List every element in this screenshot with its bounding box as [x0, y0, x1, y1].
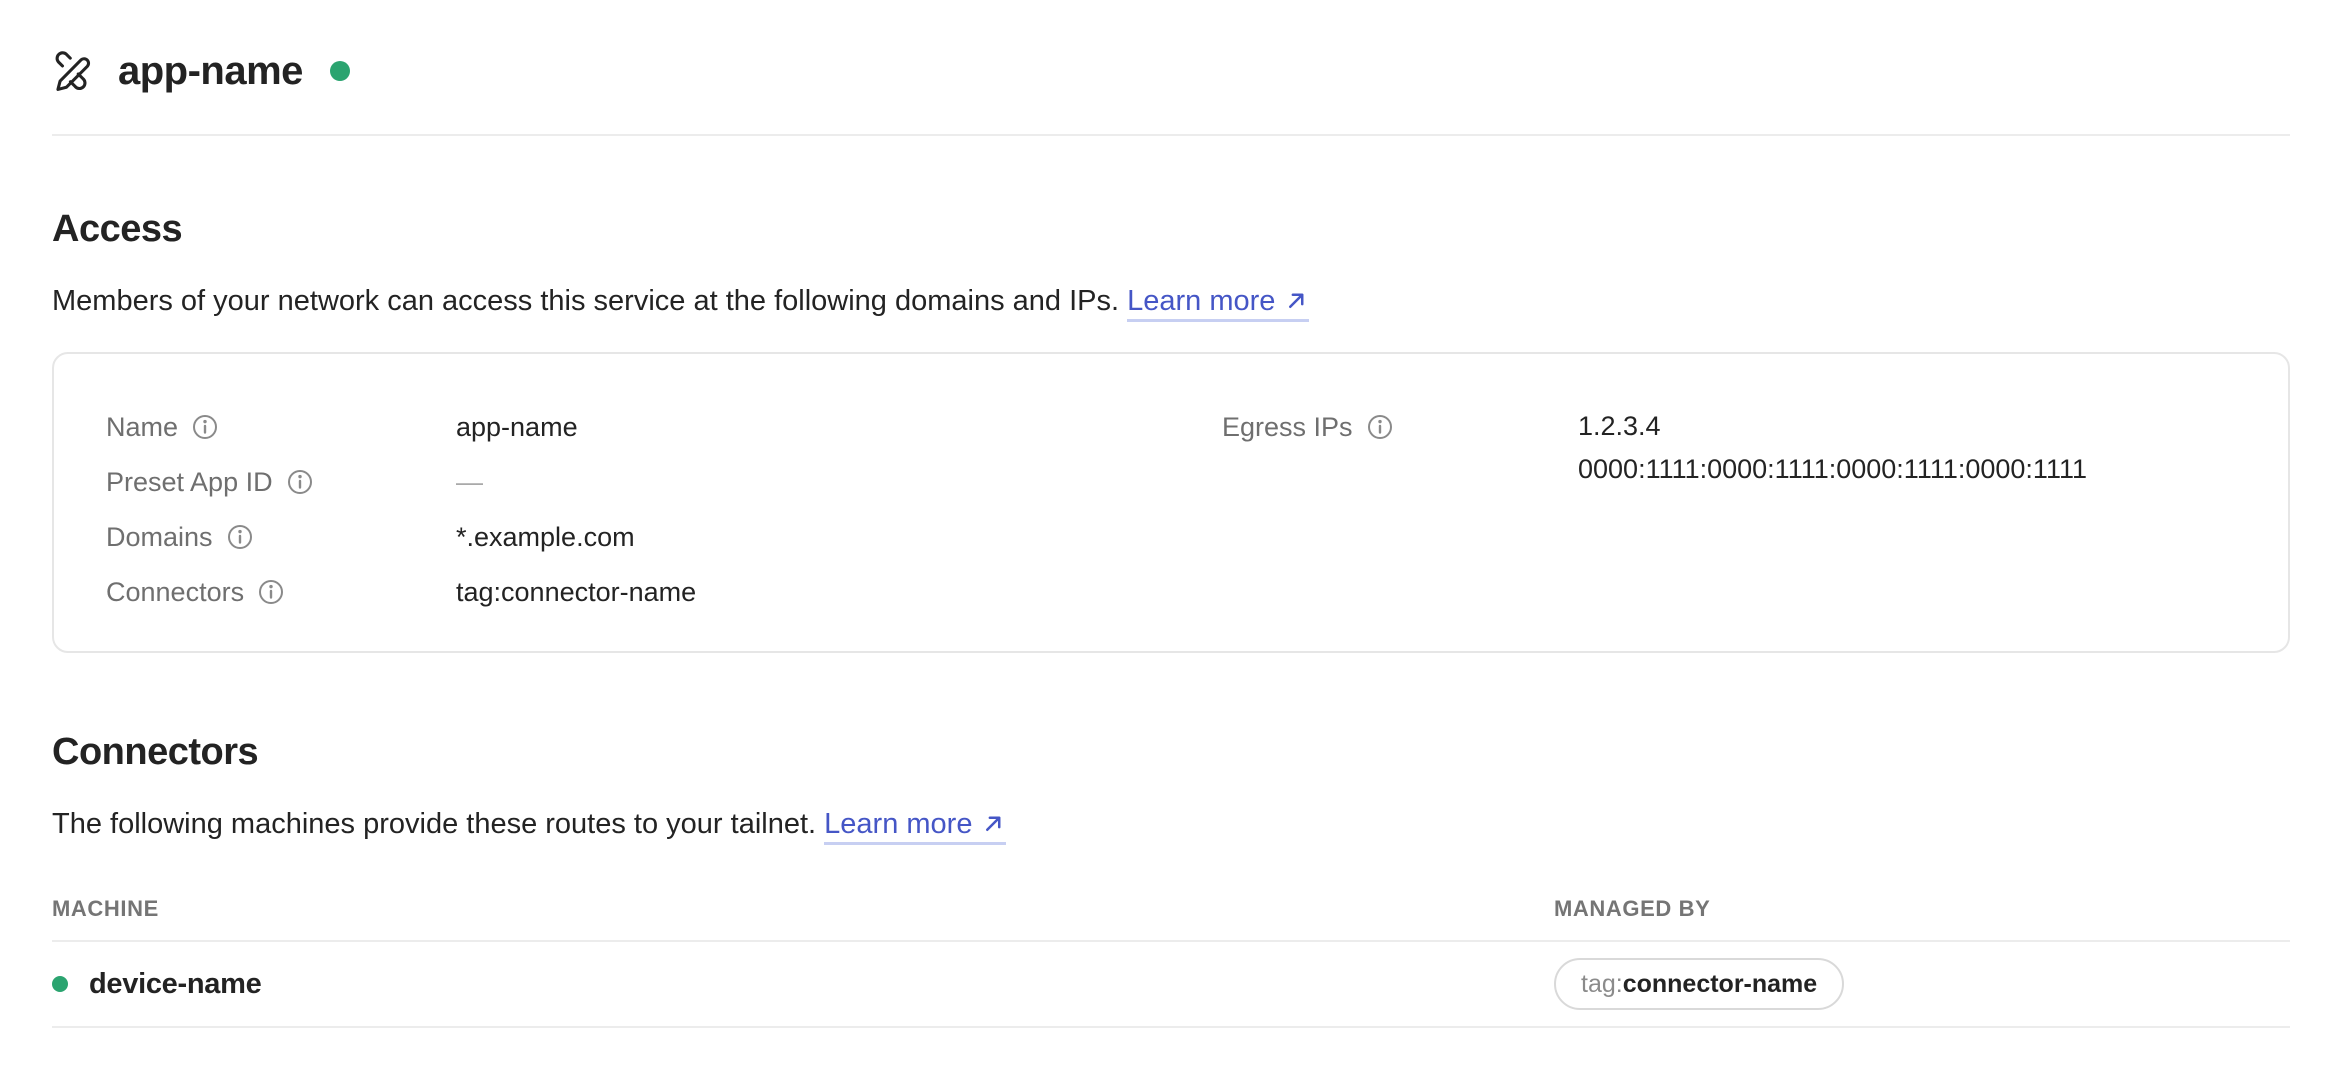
- tag-prefix: tag:: [1581, 969, 1623, 999]
- field-label-domains: Domains: [106, 520, 456, 554]
- page-root: app-name Access Members of your network …: [0, 0, 2332, 1028]
- egress-ipv4: 1.2.3.4: [1578, 405, 2236, 448]
- external-link-arrow-icon: [1284, 288, 1309, 313]
- field-value-domains: *.example.com: [456, 520, 1222, 554]
- table-row: device-name tag:connector-name: [52, 942, 2290, 1028]
- section-connectors: Connectors The following machines provid…: [52, 731, 2290, 1028]
- field-label-preset-app-id: Preset App ID: [106, 465, 456, 499]
- info-icon[interactable]: [191, 413, 219, 441]
- field-label-text: Domains: [106, 520, 213, 554]
- connectors-description: The following machines provide these rou…: [52, 806, 2290, 842]
- field-value-preset-app-id: —: [456, 465, 1222, 499]
- column-header-machine: Machine: [52, 896, 1554, 922]
- learn-more-label: Learn more: [1127, 285, 1275, 317]
- machine-status-dot: [52, 976, 68, 992]
- external-link-arrow-icon: [981, 811, 1006, 836]
- app-connector-icon: [52, 51, 93, 92]
- access-description-text: Members of your network can access this …: [52, 285, 1119, 317]
- table-header-row: Machine Managed by: [52, 896, 2290, 942]
- field-value-connectors: tag:connector-name: [456, 575, 1222, 609]
- learn-more-label: Learn more: [824, 808, 972, 840]
- field-label-text: Preset App ID: [106, 465, 273, 499]
- machine-cell: device-name: [52, 968, 1554, 1001]
- egress-ipv6: 0000:1111:0000:1111:0000:1111:0000:1111: [1578, 448, 2236, 491]
- field-label-text: Egress IPs: [1222, 410, 1353, 444]
- managed-by-cell: tag:connector-name: [1554, 958, 2290, 1010]
- machine-name-link[interactable]: device-name: [89, 968, 261, 1001]
- access-fields: Name app-name Preset App ID: [106, 410, 1222, 609]
- access-learn-more-link[interactable]: Learn more: [1127, 285, 1309, 322]
- field-value-name: app-name: [456, 410, 1222, 444]
- info-icon[interactable]: [286, 468, 314, 496]
- managed-by-tag-badge: tag:connector-name: [1554, 958, 1844, 1010]
- field-label-text: Name: [106, 410, 178, 444]
- field-label-egress-ips: Egress IPs: [1222, 410, 1578, 444]
- app-status-dot: [330, 61, 350, 81]
- info-icon[interactable]: [1366, 413, 1394, 441]
- egress-ips-block: Egress IPs 1.2.3.4 0000:1111:0000:1111:0…: [1222, 410, 2236, 491]
- section-access: Access Members of your network can acces…: [52, 208, 2290, 653]
- egress-ip-values: 1.2.3.4 0000:1111:0000:1111:0000:1111:00…: [1578, 405, 2236, 491]
- info-icon[interactable]: [226, 523, 254, 551]
- column-header-managed-by: Managed by: [1554, 896, 2290, 922]
- access-description: Members of your network can access this …: [52, 283, 2290, 319]
- connectors-description-text: The following machines provide these rou…: [52, 808, 816, 840]
- access-heading: Access: [52, 208, 2290, 250]
- info-icon[interactable]: [257, 578, 285, 606]
- connectors-table: Machine Managed by device-name tag:conne…: [52, 896, 2290, 1028]
- field-label-name: Name: [106, 410, 456, 444]
- access-card: Name app-name Preset App ID: [52, 352, 2290, 653]
- app-header: app-name: [52, 0, 2290, 136]
- connectors-learn-more-link[interactable]: Learn more: [824, 808, 1006, 845]
- field-label-connectors: Connectors: [106, 575, 456, 609]
- tag-name: connector-name: [1623, 969, 1817, 999]
- page-title: app-name: [118, 50, 303, 92]
- connectors-heading: Connectors: [52, 731, 2290, 773]
- field-label-text: Connectors: [106, 575, 244, 609]
